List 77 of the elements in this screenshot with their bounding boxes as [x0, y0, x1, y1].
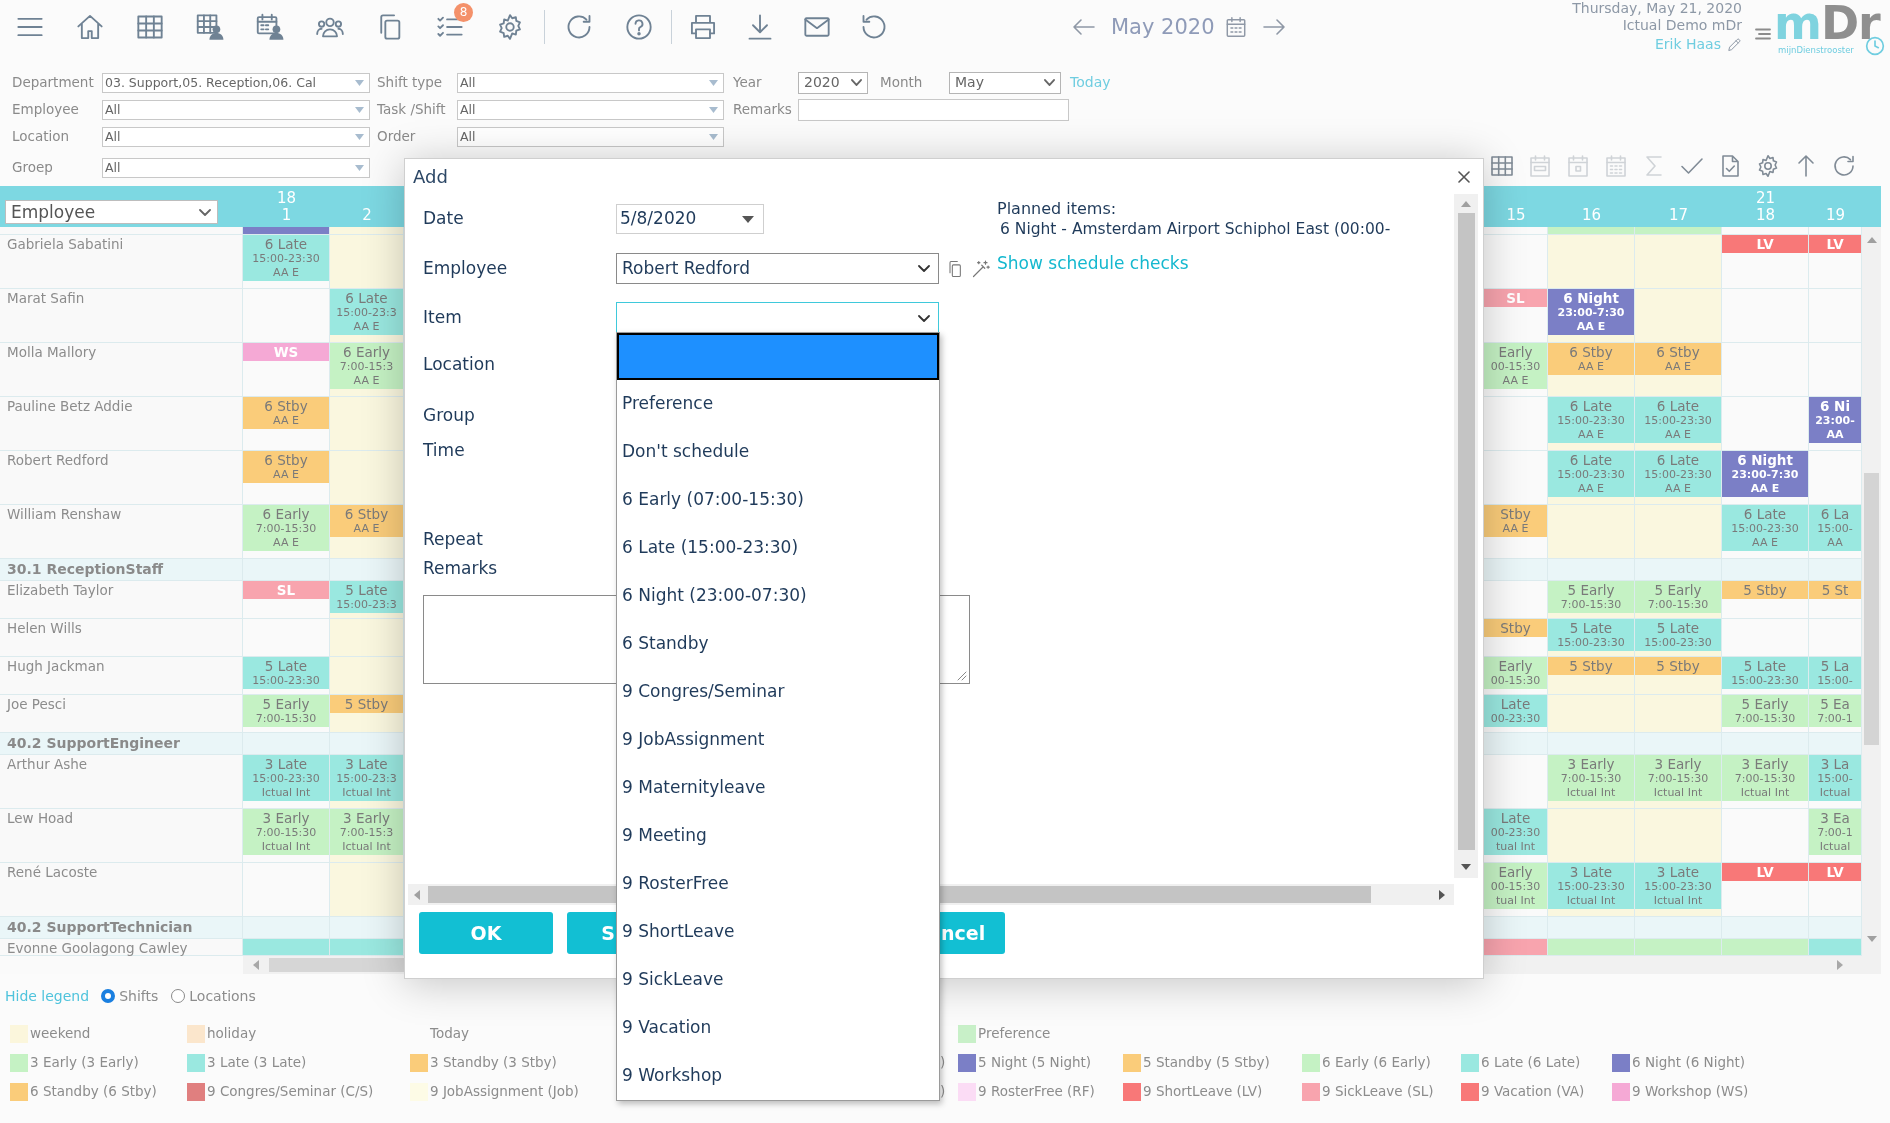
legend-label: 6 Early (6 Early) [1322, 1053, 1431, 1073]
day-number: 1 [281, 207, 292, 224]
field-label: Date [422, 207, 465, 231]
current-date: Thursday, May 21, 2020 [1572, 0, 1742, 17]
planned-item: 6 Night - Amsterdam Airport Schiphol East (00:00- [999, 219, 1391, 239]
legend-label: 3 Standby (3 Stby) [430, 1053, 557, 1073]
legend-label: 5 Standby (5 Stby) [1143, 1053, 1270, 1073]
filter-label: Location [11, 127, 71, 147]
legend-label: 9 Congres/Seminar (C/S) [207, 1082, 374, 1102]
legend-label: 6 Late (6 Late) [1481, 1053, 1581, 1073]
month-label: May 2020 [1111, 14, 1215, 40]
employee-name: Hugh Jackman [6, 657, 106, 674]
employee-name: Robert Redford [6, 451, 110, 468]
field-label: Group [422, 404, 476, 428]
legend-label: 9 JobAssignment (Job) [430, 1082, 579, 1102]
legend-label: 9 Vacation (VA) [1481, 1082, 1585, 1102]
dialog-title: Add [413, 165, 448, 189]
legend-label: ) [940, 1082, 946, 1102]
week-number: 18 [276, 190, 297, 207]
notification-badge: 8 [454, 3, 473, 22]
day-number: 19 [1825, 207, 1846, 224]
field-label: Employee [422, 256, 509, 280]
legend-label: 5 Night (5 Night) [978, 1053, 1092, 1073]
group-label: 40.2 SupportTechnician [6, 918, 194, 937]
day-number: 15 [1506, 207, 1526, 224]
radio-label: Locations [189, 986, 256, 1006]
group-label: 30.1 ReceptionStaff [6, 560, 165, 579]
field-label: Time [422, 439, 466, 463]
legend-label: holiday [207, 1024, 257, 1044]
employee-name: William Renshaw [6, 505, 123, 522]
organization-name: Ictual Demo mDr [1622, 17, 1742, 34]
legend-label: 9 Workshop (WS) [1632, 1082, 1749, 1102]
legend-label: 3 Late (3 Late) [207, 1053, 307, 1073]
day-number: 16 [1581, 207, 1602, 224]
employee-name: Elizabeth Taylor [6, 581, 115, 598]
planned-items-heading: Planned items: [997, 199, 1118, 219]
field-label: Repeat [422, 528, 484, 552]
filter-label: Department [11, 73, 95, 93]
employee-name: Marat Safin [6, 289, 86, 306]
logo-tagline: mijnDienstrooster [1777, 46, 1855, 55]
employee-name: Lew Hoad [6, 809, 75, 826]
legend-label: 9 RosterFree (RF) [978, 1082, 1095, 1102]
filter-label: Order [377, 127, 417, 147]
filter-label: Month [880, 73, 924, 93]
employee-name: Evonne Goolagong Cawley [6, 939, 189, 956]
legend-label: Today [430, 1024, 470, 1044]
day-number: 18 [1755, 207, 1776, 224]
day-number: 2 [362, 207, 372, 224]
filter-label: Year [733, 73, 763, 93]
filter-label: Shift type [377, 73, 444, 93]
legend-label: 6 Standby (6 Stby) [30, 1082, 157, 1102]
filter-label: Employee [11, 100, 80, 120]
employee-name: Molla Mallory [6, 343, 98, 360]
legend-label: ) [940, 1053, 946, 1073]
radio-label: Shifts [119, 986, 159, 1006]
group-label: 40.2 SupportEngineer [6, 734, 181, 753]
legend-label: Preference [978, 1024, 1051, 1044]
field-label: Location [422, 353, 496, 377]
legend-label: weekend [30, 1024, 91, 1044]
field-label: Item [422, 306, 463, 330]
logo-wordmark: mDr [1774, 0, 1880, 46]
employee-name: Pauline Betz Addie [6, 397, 134, 414]
employee-name: Arthur Ashe [6, 755, 89, 772]
legend-label: 6 Night (6 Night) [1632, 1053, 1746, 1073]
legend-label: 9 SickLeave (SL) [1322, 1082, 1434, 1102]
filter-label: Groep [11, 158, 54, 178]
employee-name: Helen Wills [6, 619, 83, 636]
filter-label: Task /Shift [377, 100, 447, 120]
field-label: Remarks [422, 557, 499, 581]
legend-label: 9 ShortLeave (LV) [1143, 1082, 1263, 1102]
legend-label: 3 Early (3 Early) [30, 1053, 139, 1073]
employee-name: René Lacoste [6, 863, 99, 880]
filter-label: Remarks [733, 100, 793, 120]
employee-name: Gabriela Sabatini [6, 235, 125, 252]
employee-name: Joe Pesci [5, 695, 67, 712]
week-number: 21 [1755, 190, 1776, 207]
day-number: 17 [1668, 207, 1689, 224]
